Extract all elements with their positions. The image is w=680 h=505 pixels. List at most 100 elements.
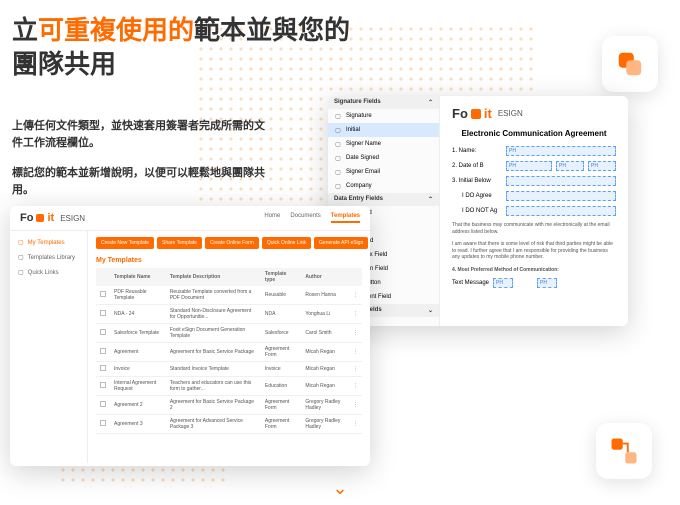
- checkbox[interactable]: [100, 329, 106, 335]
- field-item[interactable]: ▢Date Signed: [328, 151, 439, 165]
- checkbox[interactable]: [100, 365, 106, 371]
- doc-field-row: 2. Date of B PH PH PH: [452, 161, 616, 171]
- field-icon: ▢: [334, 154, 342, 162]
- field-group-header[interactable]: Data Entry Fields⌃: [328, 193, 439, 206]
- templates-header: Foit ESIGN Home Documents Templates: [10, 206, 370, 231]
- field-icon: ▢: [334, 168, 342, 176]
- templates-main: Create New TemplateShare TemplateCreate …: [88, 231, 370, 463]
- field-item[interactable]: ▢Signer Name: [328, 137, 439, 151]
- table-row[interactable]: InvoiceStandard Invoice TemplateInvoiceM…: [96, 362, 362, 377]
- templates-panel: Foit ESIGN HomeDocumentsTemplates ▢My Te…: [10, 206, 370, 466]
- table-header: Template Name: [110, 268, 166, 286]
- row-action-icon[interactable]: ⋮: [349, 415, 362, 434]
- document-body-2: I am aware that there is some level of r…: [452, 241, 616, 261]
- section-title: My Templates: [96, 257, 362, 264]
- action-buttons: Create New TemplateShare TemplateCreate …: [96, 237, 362, 249]
- option-label: I DO Agree: [462, 193, 502, 199]
- checkbox[interactable]: [100, 401, 106, 407]
- checkbox[interactable]: [100, 348, 106, 354]
- table-header: Template Description: [166, 268, 261, 286]
- field-icon: ▢: [334, 126, 342, 134]
- action-button[interactable]: Create New Template: [96, 237, 154, 249]
- action-button[interactable]: Share Template: [157, 237, 202, 249]
- table-row[interactable]: Internal Agreement RequestTeachers and e…: [96, 377, 362, 396]
- table-row[interactable]: PDF Reusable TemplateReusable Template c…: [96, 286, 362, 305]
- action-button[interactable]: Generate API eSign: [314, 237, 368, 249]
- nav-item-home[interactable]: Home: [264, 213, 280, 223]
- field-item[interactable]: ▢Company: [328, 179, 439, 193]
- page-heading: 立可重複使用的範本並與您的 團隊共用: [12, 14, 350, 82]
- table-row[interactable]: Salesforce TemplateFoxit eSign Document …: [96, 324, 362, 343]
- table-header: Author: [301, 268, 349, 286]
- placeholder-field[interactable]: [506, 206, 616, 216]
- table-header: Template type: [261, 268, 302, 286]
- folder-icon: ▢: [18, 269, 24, 276]
- templates-sidebar: ▢My Templates▢Templates Library▢Quick Li…: [10, 231, 88, 463]
- placeholder-field[interactable]: [506, 191, 616, 201]
- table-row[interactable]: Agreement 2Agreement for Basic Service P…: [96, 396, 362, 415]
- document-title: Electronic Communication Agreement: [452, 129, 616, 138]
- action-button[interactable]: Quick Online Link: [262, 237, 311, 249]
- document-body-1: That the business may communicate with m…: [452, 222, 616, 235]
- sidebar-item[interactable]: ▢Quick Links: [10, 265, 87, 280]
- copy-icon-decor-top: [602, 36, 658, 92]
- doc-option-row: I DO Agree: [462, 191, 616, 201]
- brand-logo: Foit ESIGN: [20, 212, 85, 224]
- nav-item-documents[interactable]: Documents: [290, 213, 320, 223]
- brand-square-icon: [471, 109, 481, 119]
- placeholder-field[interactable]: PH: [493, 278, 513, 288]
- placeholder-field[interactable]: PH: [537, 278, 557, 288]
- field-item[interactable]: ▢Signer Email: [328, 165, 439, 179]
- placeholder-field[interactable]: PH: [588, 161, 616, 171]
- field-icon: ▢: [334, 182, 342, 190]
- brand-square-icon: [36, 214, 44, 222]
- doc-field-row: 3. Initial Below: [452, 176, 616, 186]
- table-row[interactable]: Agreement 3Agreement for Advanced Servic…: [96, 415, 362, 434]
- row-action-icon[interactable]: ⋮: [349, 377, 362, 396]
- checkbox[interactable]: [100, 310, 106, 316]
- document-editor-panel: Signature Fields⌃▢Signature▢Initial▢Sign…: [328, 96, 628, 326]
- option-label: I DO NOT Ag: [462, 208, 502, 214]
- checkbox[interactable]: [100, 420, 106, 426]
- placeholder-field[interactable]: PH: [506, 146, 616, 156]
- templates-table: Template NameTemplate DescriptionTemplat…: [96, 268, 362, 434]
- table-header: [96, 268, 110, 286]
- field-item[interactable]: ▢Initial: [328, 123, 439, 137]
- placeholder-field[interactable]: [506, 176, 616, 186]
- field-group-header[interactable]: Signature Fields⌃: [328, 96, 439, 109]
- chevron-icon: ⌃: [428, 99, 433, 106]
- doc-opt-label: Text Message: [452, 280, 489, 286]
- checkbox[interactable]: [100, 382, 106, 388]
- action-button[interactable]: Create Online Form: [205, 237, 259, 249]
- top-nav: Home Documents Templates: [264, 213, 360, 223]
- field-icon: ▢: [334, 140, 342, 148]
- field-label: 2. Date of B: [452, 163, 502, 169]
- row-action-icon[interactable]: ⋮: [349, 362, 362, 377]
- table-row[interactable]: NDA - 24Standard Non-Disclosure Agreemen…: [96, 305, 362, 324]
- row-action-icon[interactable]: ⋮: [349, 305, 362, 324]
- row-action-icon[interactable]: ⋮: [349, 396, 362, 415]
- chevron-icon: ⌄: [428, 307, 433, 314]
- table-row[interactable]: AgreementAgreement for Basic Service Pac…: [96, 343, 362, 362]
- field-item[interactable]: ▢Signature: [328, 109, 439, 123]
- row-action-icon[interactable]: ⋮: [349, 343, 362, 362]
- placeholder-field[interactable]: PH: [506, 161, 552, 171]
- page-subtext: 上傳任何文件類型，並快速套用簽署者完成所需的文件工作流程欄位。 標記您的範本並新…: [12, 118, 272, 212]
- field-label: 3. Initial Below: [452, 178, 502, 184]
- folder-icon: ▢: [18, 239, 24, 246]
- placeholder-field[interactable]: PH: [556, 161, 584, 171]
- sidebar-item[interactable]: ▢Templates Library: [10, 250, 87, 265]
- folder-icon: ▢: [18, 254, 24, 261]
- nav-item-templates[interactable]: Templates: [331, 213, 360, 223]
- workflow-icon-decor-bottom: [596, 423, 652, 479]
- row-action-icon[interactable]: ⋮: [349, 324, 362, 343]
- doc-field-row: 1. Name: PH: [452, 146, 616, 156]
- brand-logo: Foit ESIGN: [452, 106, 616, 121]
- checkbox[interactable]: [100, 291, 106, 297]
- field-label: 1. Name:: [452, 148, 502, 154]
- doc-option-row: I DO NOT Ag: [462, 206, 616, 216]
- row-action-icon[interactable]: ⋮: [349, 286, 362, 305]
- field-icon: ▢: [334, 112, 342, 120]
- sidebar-item[interactable]: ▢My Templates: [10, 235, 87, 250]
- chevron-down-icon[interactable]: ⌄: [332, 478, 347, 499]
